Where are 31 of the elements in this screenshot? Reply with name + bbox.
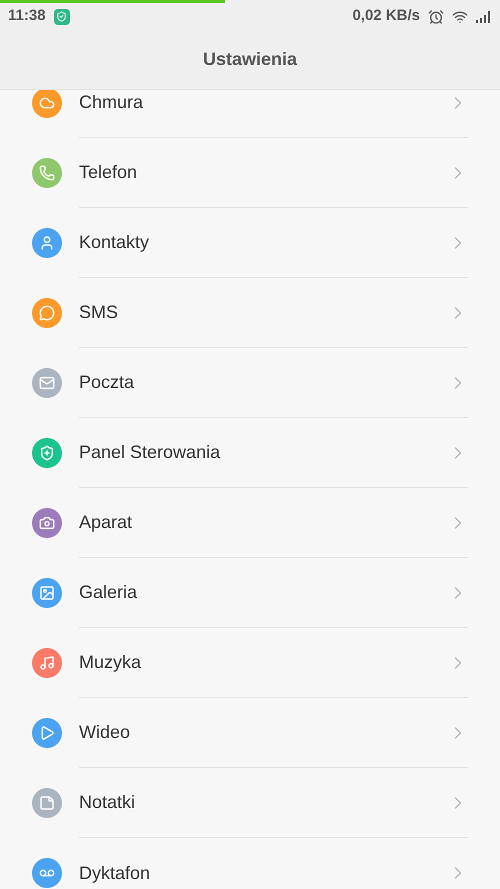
item-label: Galeria [79,581,138,604]
item-label: Kontakty [79,231,150,254]
settings-item[interactable]: Chmura [0,90,500,138]
signal-icon [476,10,492,22]
shield-notification-icon [54,8,70,24]
item-label: Aparat [79,511,134,534]
settings-item[interactable]: Notatki [0,768,500,838]
network-speed: 0,02 KB/s [352,6,420,26]
item-label: Chmura [79,91,144,114]
status-time: 11:38 [8,6,46,26]
alarm-icon [428,8,444,24]
settings-item[interactable]: Wideo [0,698,500,768]
screen-title: Ustawienia [202,48,298,71]
item-label: Panel Sterowania [79,441,222,464]
item-label: SMS [79,301,120,324]
settings-item[interactable]: Dyktafon [0,838,500,889]
settings-item[interactable]: SMS [0,278,500,348]
item-label: Dyktafon [79,862,152,885]
item-label: Muzyka [79,651,142,674]
settings-item[interactable]: Galeria [0,558,500,628]
item-label: Notatki [79,791,136,814]
settings-item[interactable]: Aparat [0,488,500,558]
item-label: Poczta [79,371,136,394]
item-label: Wideo [79,721,132,744]
settings-item[interactable]: Telefon [0,138,500,208]
settings-item[interactable]: Panel Sterowania [0,418,500,488]
wifi-icon [452,8,468,24]
settings-item[interactable]: Kontakty [0,208,500,278]
settings-item[interactable]: Muzyka [0,628,500,698]
item-label: Telefon [79,161,138,184]
settings-item[interactable]: Poczta [0,348,500,418]
